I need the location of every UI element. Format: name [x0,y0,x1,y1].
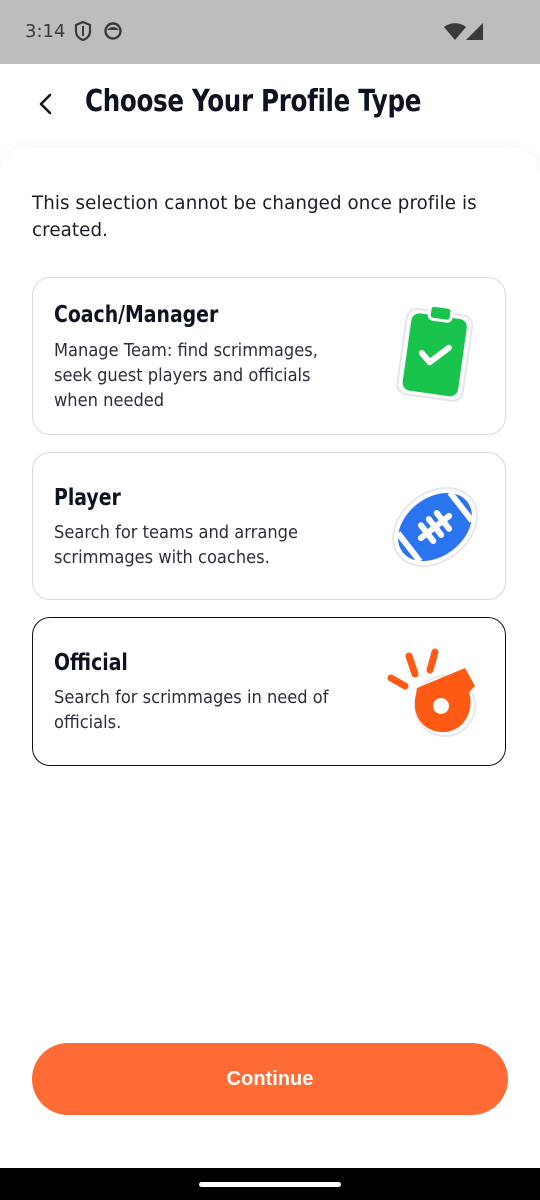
profile-option-description: Search for scrimmages in need of officia… [54,688,329,733]
clipboard-check-icon [388,300,484,411]
profile-option-title: Coach/Manager [54,302,219,328]
profile-option-official[interactable]: Official Search for scrimmages in need o… [32,617,506,766]
profile-option-coach-manager[interactable]: Coach/Manager Manage Team: find scrimmag… [32,277,506,435]
app-header: Choose Your Profile Type [0,64,540,148]
signal-icon [465,22,485,47]
face-icon [103,21,123,46]
status-bar: 3:14 [0,0,540,64]
profile-option-title: Player [54,485,121,511]
system-nav-bar [0,1168,540,1200]
wifi-icon [443,22,467,47]
intro-text: This selection cannot be changed once pr… [32,192,477,241]
profile-option-title: Official [54,650,128,676]
continue-button[interactable]: Continue [32,1043,508,1115]
chevron-left-icon [36,92,56,121]
whistle-icon [383,642,487,751]
page-title: Choose Your Profile Type [85,84,422,119]
shield-icon [74,20,92,47]
status-time: 3:14 [25,21,66,42]
back-button[interactable] [26,84,66,128]
football-icon [383,475,487,584]
profile-option-description: Manage Team: find scrimmages, seek guest… [54,341,318,411]
profile-option-description: Search for teams and arrange scrimmages … [54,523,299,568]
home-indicator[interactable] [199,1182,341,1187]
profile-option-player[interactable]: Player Search for teams and arrange scri… [32,452,506,600]
